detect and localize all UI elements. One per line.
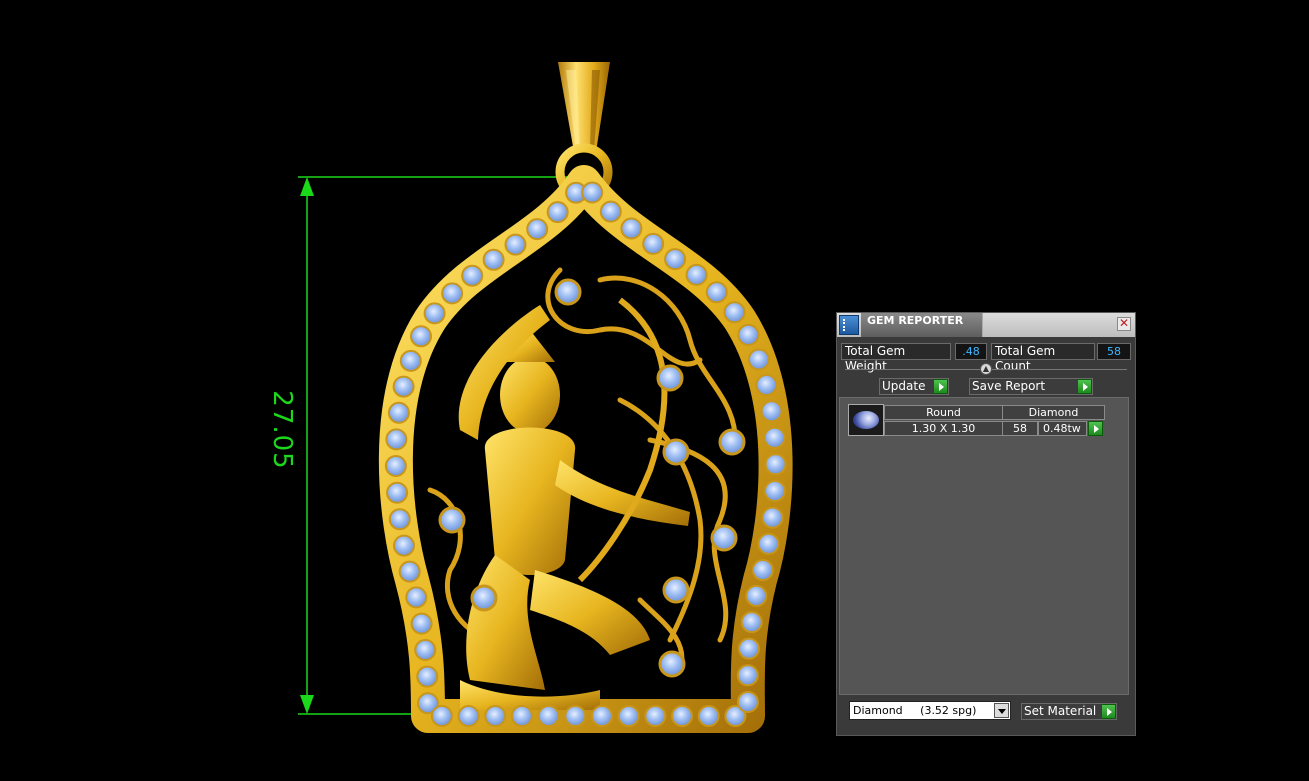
stone [760, 400, 783, 423]
stone [385, 428, 408, 451]
gem-shape: Round [884, 405, 1003, 420]
stone [537, 705, 560, 727]
gem-material: Diamond [1002, 405, 1105, 420]
stone [384, 455, 407, 477]
stone [398, 560, 421, 583]
stone [405, 586, 428, 609]
stone [416, 665, 439, 688]
stone [430, 705, 453, 727]
stone [484, 705, 507, 727]
stone [736, 691, 759, 713]
stone [747, 348, 770, 371]
stone [461, 264, 484, 287]
stone [441, 282, 464, 305]
stone [658, 650, 686, 678]
stone [410, 325, 432, 348]
material-dropdown-value: Diamond (3.52 spg) [853, 704, 977, 717]
set-material-go-icon[interactable] [1101, 704, 1116, 719]
stone [745, 584, 768, 607]
stone [438, 506, 466, 534]
stone [757, 532, 780, 555]
stone [705, 281, 728, 304]
stone [387, 401, 410, 424]
gem-list: Round Diamond 1.30 X 1.30 58 0.48tw [839, 397, 1129, 695]
stone [511, 705, 533, 727]
stone [751, 559, 774, 581]
stone [392, 375, 415, 398]
title-bar[interactable]: GEM REPORTER ✕ [837, 313, 1135, 337]
pendant-frame [378, 165, 793, 733]
stone [710, 524, 738, 552]
stone [388, 508, 411, 531]
stone [620, 217, 643, 240]
stone [554, 278, 582, 306]
total-gem-weight-value: .48 [955, 343, 987, 360]
stone [736, 664, 759, 687]
stone [423, 302, 446, 325]
gem-row-go-icon[interactable] [1088, 421, 1103, 436]
stone [671, 705, 693, 727]
total-gem-weight-label: Total Gem Weight [841, 343, 951, 373]
dancer-figure [458, 297, 690, 710]
total-gem-count-value: 58 [1097, 343, 1131, 360]
stone [764, 453, 787, 476]
set-material-label: Set Material [1024, 704, 1097, 718]
total-gem-count-label: Total Gem Count [991, 343, 1095, 373]
stone [546, 201, 569, 224]
stone [591, 705, 613, 727]
save-report-go-icon[interactable] [1077, 379, 1092, 394]
stone [393, 534, 415, 557]
stone [740, 611, 763, 634]
stone [482, 248, 505, 271]
stone [723, 301, 746, 324]
stone [470, 584, 498, 612]
panel-title: GEM REPORTER [861, 313, 983, 337]
gem-count: 58 [1002, 421, 1038, 436]
stone [386, 481, 409, 504]
stone [662, 438, 690, 466]
stone [642, 232, 665, 255]
stone [697, 705, 720, 727]
stone [504, 233, 527, 256]
save-report-button[interactable]: Save Report [969, 378, 1093, 395]
stone [564, 705, 587, 727]
stone [656, 364, 684, 392]
dimension-label: 27.05 [267, 390, 297, 470]
save-report-label: Save Report [972, 379, 1046, 393]
gem-stones [384, 181, 787, 727]
gem-reporter-icon [839, 315, 859, 335]
stone [763, 480, 786, 502]
stone [526, 218, 549, 241]
stone [599, 200, 622, 223]
stone [410, 612, 433, 635]
gem-reporter-panel: GEM REPORTER ✕ Total Gem Weight .48 Tota… [836, 312, 1136, 736]
collapse-toggle[interactable]: ▲ [980, 363, 992, 375]
stone [763, 426, 786, 449]
set-material-button[interactable]: Set Material [1021, 703, 1117, 720]
gem-size: 1.30 X 1.30 [884, 421, 1003, 436]
stone [662, 576, 690, 604]
stone [761, 506, 784, 529]
update-button[interactable]: Update [879, 378, 949, 395]
stone [644, 705, 667, 727]
material-dropdown[interactable]: Diamond (3.52 spg) [849, 701, 1011, 720]
stone [399, 349, 422, 372]
round-stone-icon[interactable] [848, 404, 884, 436]
stone [737, 637, 760, 660]
stone [457, 705, 480, 727]
stone [755, 374, 778, 396]
close-button[interactable]: ✕ [1117, 317, 1131, 331]
chevron-down-icon[interactable] [994, 703, 1009, 718]
stone [718, 428, 746, 456]
update-go-icon[interactable] [933, 379, 948, 394]
update-label: Update [882, 379, 926, 393]
stone [581, 181, 604, 204]
stone [737, 323, 760, 346]
stone [685, 263, 708, 286]
gem-weight: 0.48tw [1038, 421, 1087, 436]
stone [414, 639, 437, 661]
stone [617, 705, 640, 727]
stone [664, 248, 687, 271]
